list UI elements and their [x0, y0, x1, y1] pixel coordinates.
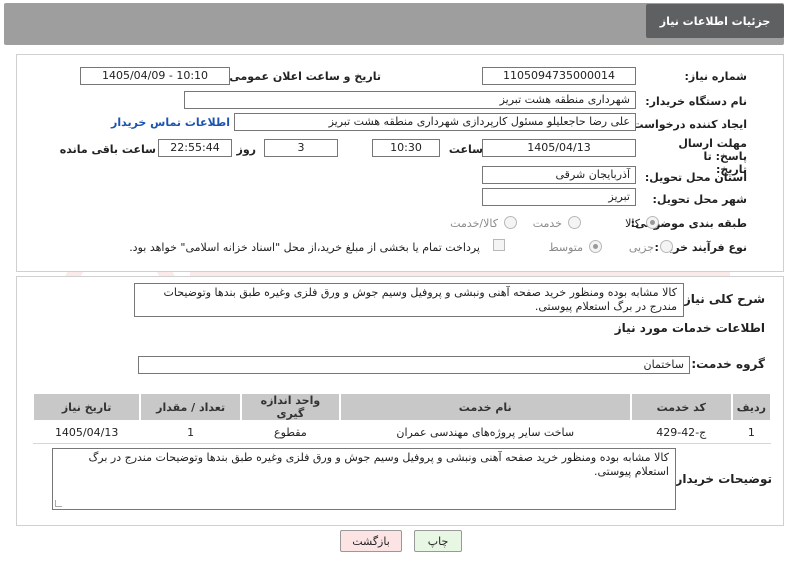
- services-table: ردیف کد خدمت نام خدمت واحد اندازه گیری ت…: [31, 392, 773, 444]
- remaining-time-label: ساعت باقی مانده: [59, 143, 156, 156]
- request-creator-label: ایجاد کننده درخواست:: [628, 118, 747, 131]
- resize-handle-icon[interactable]: [55, 500, 62, 507]
- cell-service-code: ج-42-429: [630, 421, 732, 444]
- process-minor-radio[interactable]: [660, 240, 673, 253]
- col-header-quantity: تعداد / مقدار: [139, 392, 243, 422]
- col-header-service-code: کد خدمت: [629, 392, 733, 422]
- buyer-notes-label: توضیحات خریدار:: [670, 472, 772, 486]
- process-minor-option-label: جزیی: [628, 241, 654, 254]
- deadline-date-field: 1405/04/13: [482, 139, 636, 157]
- category-service-radio[interactable]: [568, 216, 581, 229]
- need-info-panel: [16, 54, 784, 272]
- print-button[interactable]: چاپ: [414, 530, 462, 552]
- col-header-service-name: نام خدمت: [338, 392, 632, 422]
- summary-textarea[interactable]: کالا مشابه بوده ومنظور خرید صفحه آهنی ون…: [134, 283, 684, 317]
- service-group-field: ساختمان: [138, 356, 690, 374]
- col-header-need-date: تاریخ نیاز: [31, 392, 142, 422]
- cell-need-date: 1405/04/13: [33, 421, 141, 444]
- announce-datetime-field: 1405/04/09 - 10:10: [80, 67, 230, 85]
- buyer-name-field: شهرداری منطقه هشت تبریز: [184, 91, 636, 109]
- buyer-notes-textarea[interactable]: کالا مشابه بوده ومنظور خرید صفحه آهنی ون…: [52, 448, 676, 510]
- category-goods-service-option-label: کالا/خدمت: [450, 217, 498, 230]
- cell-quantity: 1: [140, 421, 242, 444]
- cell-unit: مقطوع: [241, 421, 340, 444]
- treasury-payment-checkbox[interactable]: [493, 239, 505, 251]
- services-table-header-row: ردیف کد خدمت نام خدمت واحد اندازه گیری ت…: [31, 392, 773, 422]
- table-row: 1 ج-42-429 ساخت سایر پروژه‌های مهندسی عم…: [33, 421, 771, 444]
- treasury-payment-note: پرداخت تمام یا بخشی از مبلغ خرید،از محل …: [129, 241, 480, 254]
- category-service-option-label: خدمت: [532, 217, 562, 230]
- buyer-contact-link[interactable]: اطلاعات تماس خریدار: [111, 116, 230, 129]
- cell-row-number: 1: [731, 421, 771, 444]
- category-goods-service-radio[interactable]: [504, 216, 517, 229]
- col-header-row-number: ردیف: [730, 392, 773, 422]
- request-creator-field: علی رضا حاجعلیلو مسئول کارپردازی شهرداری…: [234, 113, 636, 131]
- deadline-time-field: 10:30: [372, 139, 440, 157]
- announce-datetime-label: تاریخ و ساعت اعلان عمومی:: [224, 70, 381, 83]
- page-title-tab: جزئیات اطلاعات نیاز: [646, 4, 784, 38]
- buyer-notes-text: کالا مشابه بوده ومنظور خرید صفحه آهنی ون…: [88, 451, 669, 478]
- col-header-unit: واحد اندازه گیری: [240, 392, 341, 422]
- process-medium-radio[interactable]: [589, 240, 602, 253]
- buyer-name-label: نام دستگاه خریدار:: [645, 95, 747, 108]
- remaining-days-field: 3: [264, 139, 338, 157]
- process-medium-option-label: متوسط: [548, 241, 583, 254]
- remaining-time-field: 22:55:44: [158, 139, 232, 157]
- delivery-city-label: شهر محل تحویل:: [652, 193, 747, 206]
- category-goods-option-label: کالا: [625, 217, 640, 230]
- delivery-city-field: تبریز: [482, 188, 636, 206]
- summary-label: شرح کلی نیاز:: [679, 292, 765, 306]
- need-number-field: 1105094735000014: [482, 67, 636, 85]
- service-group-label: گروه خدمت:: [691, 357, 765, 371]
- services-section-title: اطلاعات خدمات مورد نیاز: [614, 321, 765, 335]
- back-button[interactable]: بازگشت: [340, 530, 402, 552]
- deadline-hour-label: ساعت: [448, 143, 483, 156]
- delivery-province-field: آذربایجان شرقی: [482, 166, 636, 184]
- cell-service-name: ساخت سایر پروژه‌های مهندسی عمران: [339, 421, 631, 444]
- category-goods-radio[interactable]: [646, 216, 659, 229]
- delivery-province-label: استان محل تحویل:: [644, 171, 747, 184]
- need-number-label: شماره نیاز:: [684, 70, 747, 83]
